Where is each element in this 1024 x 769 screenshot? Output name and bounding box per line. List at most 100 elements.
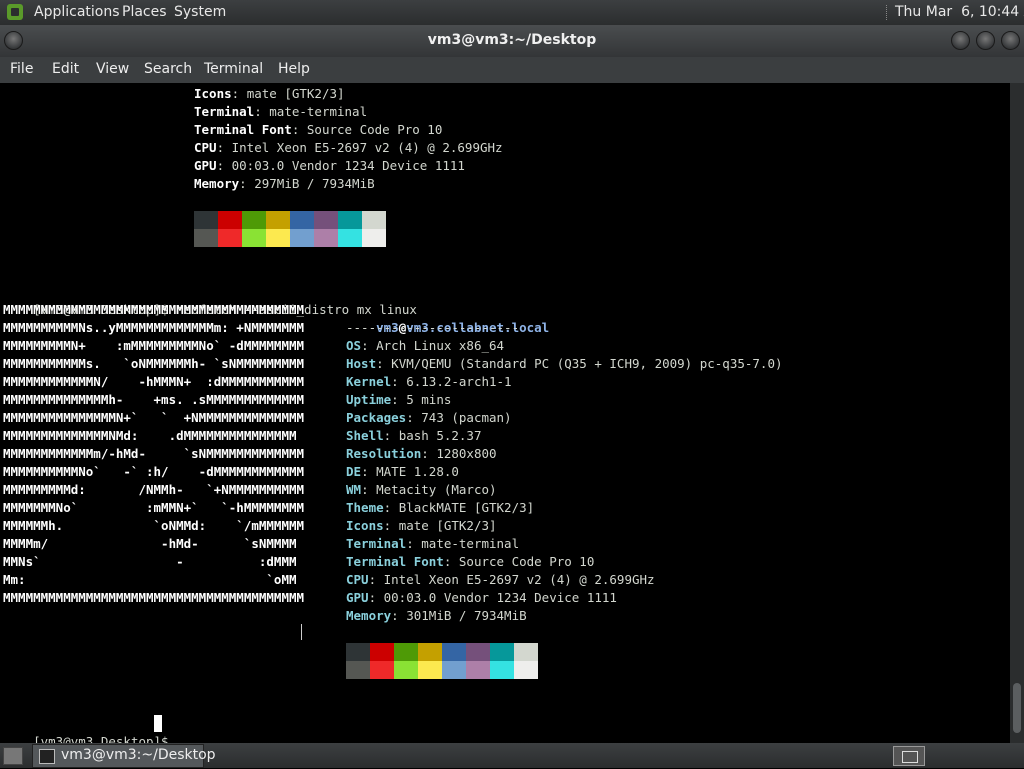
info-line: GPU: 00:03.0 Vendor 1234 Device 1111 xyxy=(346,589,617,607)
terminal-area[interactable]: [vm3@vm3 Desktop]$ neofetch --ascii_dist… xyxy=(0,83,1010,749)
separator-line: ----------------------- xyxy=(346,320,520,335)
color-swatch xyxy=(466,661,490,679)
menu-view[interactable]: View xyxy=(96,61,129,77)
color-swatch xyxy=(362,211,386,229)
window-title: vm3@vm3:~/Desktop xyxy=(427,32,597,48)
ascii-art-line: MMMMMMMMMMMMMMh- +ms. .sMMMMMMMMMMMMM xyxy=(3,392,305,407)
info-line: Resolution: 1280x800 xyxy=(346,445,497,463)
info-colon: : xyxy=(391,374,399,389)
info-label: Memory xyxy=(194,176,240,191)
info-colon: : xyxy=(216,158,225,173)
color-swatch xyxy=(290,229,314,247)
info-label: GPU xyxy=(346,590,369,605)
info-colon: : xyxy=(216,140,225,155)
info-line: Terminal Font: Source Code Pro 10 xyxy=(346,553,594,571)
info-colon: : xyxy=(391,608,399,623)
close-button[interactable] xyxy=(1001,31,1020,50)
color-swatch xyxy=(490,661,514,679)
text-cursor xyxy=(154,715,162,732)
terminal-scrollbar[interactable] xyxy=(1010,83,1024,743)
color-swatch xyxy=(218,229,242,247)
color-swatch xyxy=(370,643,394,661)
color-swatch xyxy=(442,643,466,661)
show-desktop-icon[interactable] xyxy=(3,747,23,765)
window-titlebar[interactable]: vm3@vm3:~/Desktop xyxy=(0,25,1024,57)
info-value: 5 mins xyxy=(398,392,452,407)
info-value: 1280x800 xyxy=(428,446,497,461)
info-label: Resolution xyxy=(346,446,422,461)
applications-menu[interactable]: Applications xyxy=(34,4,120,20)
info-label: Terminal Font xyxy=(194,122,292,137)
maximize-button[interactable] xyxy=(976,31,995,50)
panel-handle xyxy=(886,5,889,20)
info-line: Packages: 743 (pacman) xyxy=(346,409,512,427)
info-colon: : xyxy=(239,176,247,191)
color-swatch xyxy=(370,661,394,679)
ascii-art-line: MMMMMMMMMMMMm/-hMd- `sNMMMMMMMMMMMMM xyxy=(3,446,305,461)
color-swatch xyxy=(442,661,466,679)
info-value: Intel Xeon E5-2697 v2 (4) @ 2.699GHz xyxy=(224,140,503,155)
color-swatch xyxy=(514,661,538,679)
info-line: Host: KVM/QEMU (Standard PC (Q35 + ICH9,… xyxy=(346,355,783,373)
ascii-art-line: MMMMMMMMMMMMMMNMd: .dMMMMMMMMMMMMMMM xyxy=(3,428,297,443)
info-colon: : xyxy=(361,464,369,479)
ascii-art-line: MMMMMMMMMd: /NMMh- `+NMMMMMMMMMM xyxy=(3,482,305,497)
info-colon: : xyxy=(254,104,262,119)
color-swatch xyxy=(346,643,370,661)
ascii-art-line: MMMMMMMMMMNs..yMMMMMMMMMMMMMm: +NMMMMMMM xyxy=(3,320,305,335)
places-menu[interactable]: Places xyxy=(122,4,167,20)
color-swatch xyxy=(514,643,538,661)
info-value: 301MiB / 7934MiB xyxy=(398,608,527,623)
scrollbar-thumb[interactable] xyxy=(1013,683,1021,733)
ascii-art-line: MMMMMMMMMMMMMMMMMMMMMMMMMMMMMMMMMMMMMMMM xyxy=(3,590,305,605)
ascii-art-line: Mm: `oMM xyxy=(3,572,297,587)
workspace-switcher[interactable] xyxy=(893,746,925,766)
info-label: CPU xyxy=(194,140,217,155)
color-swatch xyxy=(394,661,418,679)
info-line: DE: MATE 1.28.0 xyxy=(346,463,459,481)
info-colon: : xyxy=(391,392,399,407)
info-colon: : xyxy=(376,356,384,371)
info-line: Uptime: 5 mins xyxy=(346,391,451,409)
final-prompt-line: [vm3@vm3 Desktop]$ xyxy=(3,715,176,749)
ascii-art-line: MMMMMMMMMN+ :mMMMMMMMMMNo` -dMMMMMMMM xyxy=(3,338,305,353)
command-line: [vm3@vm3 Desktop]$ neofetch --ascii_dist… xyxy=(3,283,417,317)
clock[interactable]: Thu Mar 6, 10:44 AM xyxy=(895,4,1024,20)
info-value: mate [GTK2/3] xyxy=(391,518,497,533)
menu-search[interactable]: Search xyxy=(144,61,192,77)
info-line: WM: Metacity (Marco) xyxy=(346,481,497,499)
color-swatch xyxy=(194,229,218,247)
info-colon: : xyxy=(406,410,414,425)
info-label: Uptime xyxy=(346,392,392,407)
taskbar-window-button[interactable]: vm3@vm3:~/Desktop xyxy=(32,744,216,768)
color-swatch xyxy=(418,643,442,661)
color-swatch xyxy=(266,229,290,247)
color-palette xyxy=(346,643,538,679)
info-value: BlackMATE [GTK2/3] xyxy=(391,500,535,515)
menu-file[interactable]: File xyxy=(10,61,33,77)
menu-edit[interactable]: Edit xyxy=(52,61,79,77)
ascii-art-line: MMMMMMMMMMNo` -` :h/ -dMMMMMMMMMMMM xyxy=(3,464,305,479)
system-menu[interactable]: System xyxy=(174,4,226,20)
info-line: CPU: Intel Xeon E5-2697 v2 (4) @ 2.699GH… xyxy=(194,139,503,157)
info-value: Source Code Pro 10 xyxy=(299,122,443,137)
info-value: mate [GTK2/3] xyxy=(239,86,345,101)
mate-logo-icon[interactable] xyxy=(7,4,23,20)
menu-help[interactable]: Help xyxy=(278,61,310,77)
info-value: KVM/QEMU (Standard PC (Q35 + ICH9, 2009)… xyxy=(383,356,783,371)
color-swatch xyxy=(242,229,266,247)
menu-terminal[interactable]: Terminal xyxy=(204,61,263,77)
info-value: 6.13.2-arch1-1 xyxy=(398,374,512,389)
minimize-button[interactable] xyxy=(951,31,970,50)
color-swatch xyxy=(346,661,370,679)
color-swatch xyxy=(314,211,338,229)
info-colon: : xyxy=(361,482,369,497)
info-line: Kernel: 6.13.2-arch1-1 xyxy=(346,373,512,391)
info-colon: : xyxy=(406,536,414,551)
info-label: GPU xyxy=(194,158,217,173)
info-label: Terminal Font xyxy=(346,554,444,569)
previous-color-palette xyxy=(194,211,386,247)
color-swatch xyxy=(266,211,290,229)
info-colon: : xyxy=(368,590,377,605)
info-value: Source Code Pro 10 xyxy=(451,554,595,569)
